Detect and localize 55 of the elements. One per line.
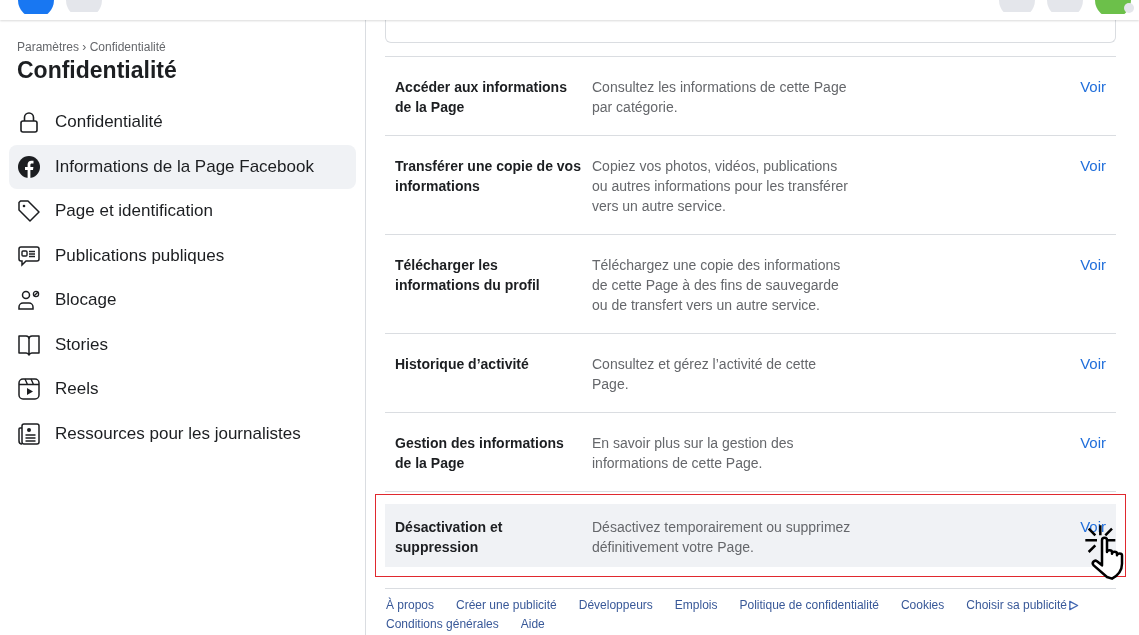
view-link[interactable]: Voir	[1080, 156, 1106, 216]
speech-bubble-icon	[17, 243, 41, 268]
sidebar-item[interactable]: Stories	[9, 322, 356, 367]
account-button-icon[interactable]	[1047, 0, 1083, 12]
sidebar-item[interactable]: Page et identification	[9, 189, 356, 233]
footer-link[interactable]: Emplois	[674, 597, 718, 614]
person-block-icon	[17, 288, 41, 312]
view-link[interactable]: Voir	[1080, 433, 1106, 473]
settings-row[interactable]: Accéder aux informations de la Page Consultez les informations de cette Page par catégorie. Voir	[385, 57, 1116, 136]
setting-title: Désactivation et suppression	[395, 518, 504, 557]
menu-button-icon[interactable]	[999, 0, 1035, 12]
breadcrumb: Paramètres › Confidentialité	[16, 40, 167, 54]
setting-description: Consultez et gérez l’activité de cette Page.	[592, 355, 818, 394]
view-link[interactable]: Voir	[1080, 354, 1106, 394]
sidebar-item[interactable]: Reels	[9, 367, 356, 411]
newspaper-icon	[17, 421, 41, 446]
setting-description: Téléchargez une copie des informations de cette Page à des fins de sauvegarde ou de transfert vers un autre service.	[592, 256, 842, 315]
footer-link[interactable]: À propos	[386, 597, 435, 614]
settings-row[interactable]: Transférer une copie de vos informations Copiez vos photos, vidéos, publications ou autres informations pour les transférer vers un autre service. Voir	[385, 136, 1116, 235]
settings-row[interactable]: Gestion des informations de la Page En savoir plus sur la gestion des informations de cette Page. Voir	[385, 413, 1116, 492]
settings-row[interactable]: Historique d’activité Consultez et gérez l’activité de cette Page. Voir	[385, 334, 1116, 413]
setting-title: Accéder aux informations de la Page	[395, 78, 568, 117]
footer-link[interactable]: Aide	[520, 616, 545, 633]
lock-icon	[17, 110, 41, 134]
setting-description: En savoir plus sur la gestion des informations de cette Page.	[592, 434, 795, 473]
view-link[interactable]: Voir	[1080, 255, 1106, 315]
play-icon	[17, 377, 41, 401]
setting-title: Télécharger les informations du profil	[395, 256, 541, 295]
footer-link[interactable]: Politique de confidentialité	[739, 597, 879, 614]
view-link[interactable]: Voir	[1080, 77, 1106, 117]
setting-description: Consultez les informations de cette Page par catégorie.	[592, 78, 848, 117]
avatar-icon[interactable]	[1095, 0, 1135, 14]
facebook-icon	[17, 154, 41, 179]
setting-title: Gestion des informations de la Page	[395, 434, 565, 473]
footer-link[interactable]: Choisir sa publicité	[966, 597, 1079, 614]
sidebar-item[interactable]: Blocage	[9, 278, 356, 322]
footer-link[interactable]: Conditions générales	[386, 616, 499, 633]
footer-link[interactable]: Créer une publicité	[456, 597, 557, 614]
settings-row[interactable]: Télécharger les informations du profil Téléchargez une copie des informations de cette Page à des fins de sauvegarde ou de transfert vers un autre service. Voir	[385, 235, 1116, 334]
sidebar-item[interactable]: Confidentialité	[9, 100, 356, 144]
setting-title: Transférer une copie de vos informations	[395, 157, 581, 196]
footer-link[interactable]: Développeurs	[578, 597, 653, 614]
footer-link[interactable]: Cookies	[900, 597, 945, 614]
setting-description: Désactivez temporairement ou supprimez définitivement votre Page.	[592, 518, 852, 557]
tag-icon	[17, 199, 41, 223]
book-icon	[17, 332, 41, 357]
sidebar-item[interactable]: Ressources pour les journalistes	[9, 411, 356, 456]
ad-choices-icon	[1068, 600, 1079, 611]
setting-description: Copiez vos photos, vidéos, publications ou autres informations pour les transférer vers un autre service.	[592, 157, 849, 216]
sidebar-item[interactable]: Informations de la Page Facebook	[9, 144, 356, 189]
sidebar-title: Confidentialité	[16, 56, 178, 85]
setting-title: Historique d’activité	[395, 355, 530, 374]
logo-icon[interactable]	[18, 0, 54, 14]
sidebar-item[interactable]: Publications publiques	[9, 233, 356, 278]
round-button-icon[interactable]	[66, 0, 102, 12]
